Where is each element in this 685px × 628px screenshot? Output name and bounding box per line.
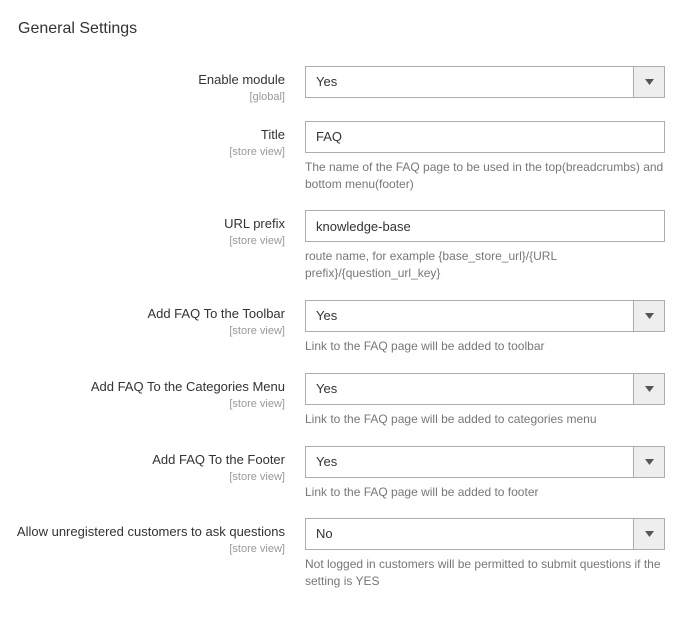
hint-allow-unregistered: Not logged in customers will be permitte… <box>305 556 665 590</box>
select-value: Yes <box>305 446 665 478</box>
field-add-toolbar: Add FAQ To the Toolbar [store view] Yes … <box>10 300 675 355</box>
label-add-footer: Add FAQ To the Footer <box>152 452 285 467</box>
field-add-categories: Add FAQ To the Categories Menu [store vi… <box>10 373 675 428</box>
select-value: Yes <box>305 300 665 332</box>
field-value-col: No Not logged in customers will be permi… <box>305 518 665 590</box>
label-allow-unregistered: Allow unregistered customers to ask ques… <box>17 524 285 539</box>
select-enable-module[interactable]: Yes <box>305 66 665 98</box>
field-add-footer: Add FAQ To the Footer [store view] Yes L… <box>10 446 675 501</box>
select-add-categories[interactable]: Yes <box>305 373 665 405</box>
label-add-toolbar: Add FAQ To the Toolbar <box>147 306 285 321</box>
field-allow-unregistered: Allow unregistered customers to ask ques… <box>10 518 675 590</box>
field-url-prefix: URL prefix [store view] route name, for … <box>10 210 675 282</box>
select-add-footer[interactable]: Yes <box>305 446 665 478</box>
field-value-col: route name, for example {base_store_url}… <box>305 210 665 282</box>
field-label-col: Add FAQ To the Toolbar [store view] <box>10 300 305 337</box>
hint-url-prefix: route name, for example {base_store_url}… <box>305 248 665 282</box>
select-value: No <box>305 518 665 550</box>
label-enable-module: Enable module <box>198 72 285 87</box>
scope-store-view: [store view] <box>10 235 285 247</box>
input-url-prefix[interactable] <box>305 210 665 242</box>
hint-add-footer: Link to the FAQ page will be added to fo… <box>305 484 665 501</box>
field-title: Title [store view] The name of the FAQ p… <box>10 121 675 193</box>
hint-add-categories: Link to the FAQ page will be added to ca… <box>305 411 665 428</box>
field-label-col: Allow unregistered customers to ask ques… <box>10 518 305 555</box>
select-add-toolbar[interactable]: Yes <box>305 300 665 332</box>
label-add-categories: Add FAQ To the Categories Menu <box>91 379 285 394</box>
label-title: Title <box>261 127 285 142</box>
field-label-col: Enable module [global] <box>10 66 305 103</box>
select-value: Yes <box>305 373 665 405</box>
scope-store-view: [store view] <box>10 471 285 483</box>
field-value-col: Yes Link to the FAQ page will be added t… <box>305 300 665 355</box>
scope-store-view: [store view] <box>10 146 285 158</box>
field-value-col: Yes Link to the FAQ page will be added t… <box>305 373 665 428</box>
select-value: Yes <box>305 66 665 98</box>
field-label-col: Add FAQ To the Footer [store view] <box>10 446 305 483</box>
hint-add-toolbar: Link to the FAQ page will be added to to… <box>305 338 665 355</box>
scope-store-view: [store view] <box>10 398 285 410</box>
section-title: General Settings <box>10 20 675 38</box>
field-value-col: Yes <box>305 66 665 98</box>
field-value-col: Yes Link to the FAQ page will be added t… <box>305 446 665 501</box>
hint-title: The name of the FAQ page to be used in t… <box>305 159 665 193</box>
select-allow-unregistered[interactable]: No <box>305 518 665 550</box>
field-enable-module: Enable module [global] Yes <box>10 66 675 103</box>
scope-store-view: [store view] <box>10 543 285 555</box>
scope-global: [global] <box>10 91 285 103</box>
scope-store-view: [store view] <box>10 325 285 337</box>
field-label-col: Title [store view] <box>10 121 305 158</box>
field-value-col: The name of the FAQ page to be used in t… <box>305 121 665 193</box>
label-url-prefix: URL prefix <box>224 216 285 231</box>
field-label-col: Add FAQ To the Categories Menu [store vi… <box>10 373 305 410</box>
input-title[interactable] <box>305 121 665 153</box>
field-label-col: URL prefix [store view] <box>10 210 305 247</box>
